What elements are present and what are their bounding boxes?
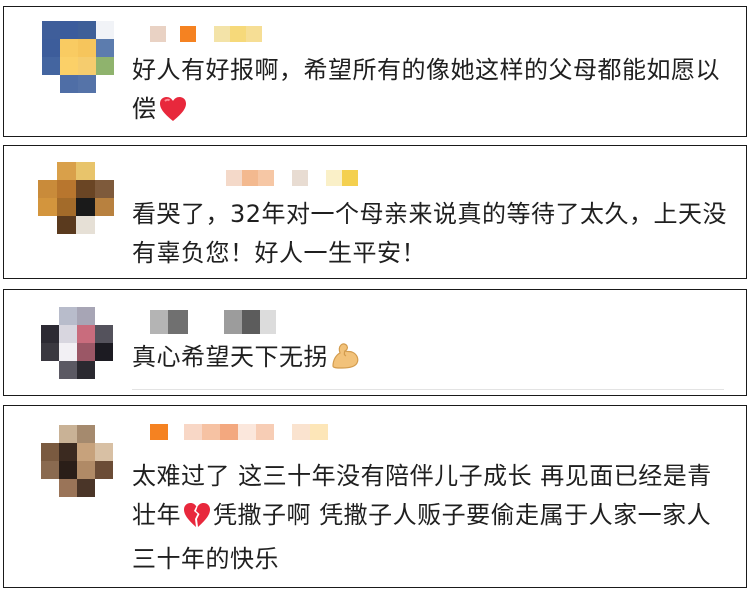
comment-text: 好人有好报啊，希望所有的像她这样的父母都能如愿以偿 — [132, 51, 732, 134]
flexed-biceps-icon — [330, 342, 360, 382]
comment-card: 真心希望天下无拐 — [3, 289, 747, 396]
username[interactable] — [150, 26, 262, 42]
username[interactable] — [136, 170, 358, 186]
username[interactable] — [150, 310, 276, 334]
comment-text: 太难过了 这三十年没有陪伴儿子成长 再见面已经是青壮年 凭撒子啊 凭撒子人贩子要偷… — [132, 462, 712, 573]
divider — [132, 389, 724, 390]
avatar[interactable] — [42, 21, 114, 93]
broken-heart-icon — [183, 501, 211, 540]
comment-card: 太难过了 这三十年没有陪伴儿子成长 再见面已经是青壮年 凭撒子啊 凭撒子人贩子要偷… — [3, 405, 747, 588]
comment-card: 好人有好报啊，希望所有的像她这样的父母都能如愿以偿 — [3, 6, 747, 137]
comment-text: 真心希望天下无拐 — [132, 338, 732, 382]
avatar[interactable] — [38, 162, 114, 234]
red-heart-icon — [159, 95, 187, 134]
username[interactable] — [150, 424, 328, 440]
avatar[interactable] — [41, 425, 113, 497]
avatar[interactable] — [41, 307, 113, 379]
comment-text: 看哭了，32年对一个母亲来说真的等待了太久，上天没有辜负您！好人一生平安！ — [132, 200, 728, 267]
comment-card: 看哭了，32年对一个母亲来说真的等待了太久，上天没有辜负您！好人一生平安！ — [3, 145, 747, 279]
